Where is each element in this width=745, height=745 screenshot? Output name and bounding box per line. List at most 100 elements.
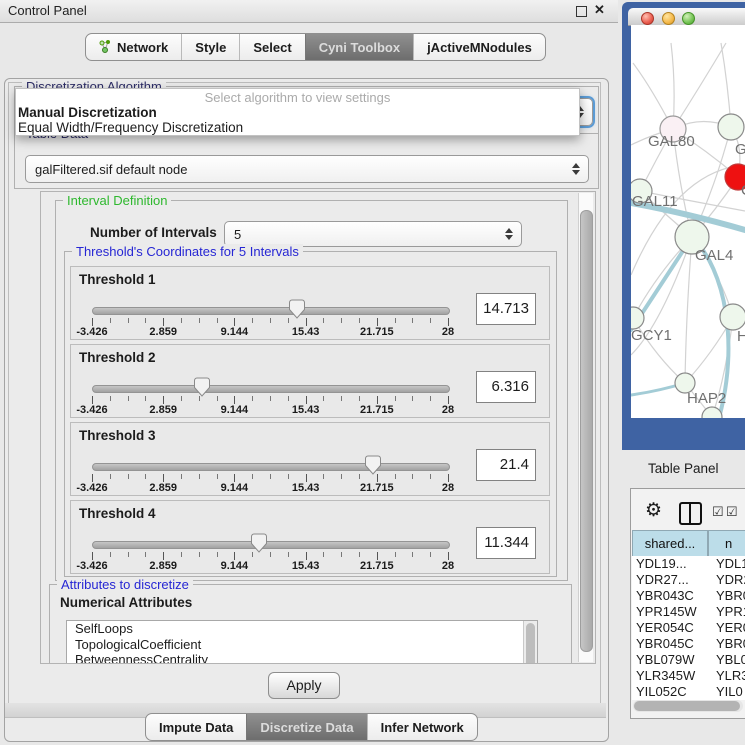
attribute-list-item[interactable]: SelfLoops: [67, 621, 537, 637]
attributes-scrollbar-thumb[interactable]: [526, 623, 535, 664]
number-of-intervals-value: 5: [225, 227, 521, 242]
app-root: Control Panel ✕ NetworkStyleSelect Cyni T…: [0, 0, 745, 745]
tick-label: 15.43: [292, 326, 320, 338]
slider-thumb[interactable]: [289, 299, 305, 319]
tab-style[interactable]: Style: [181, 34, 239, 60]
threshold-value-box[interactable]: 14.713: [476, 293, 536, 325]
table-row[interactable]: YDR27...YDR2: [632, 572, 745, 588]
table-row[interactable]: YPR145WYPR1: [632, 604, 745, 620]
tick-mark: [377, 474, 378, 482]
tick-label: 2.859: [149, 560, 177, 572]
tick-mark: [252, 396, 253, 401]
tab-label: Cyni Toolbox: [319, 40, 400, 55]
tick-mark: [252, 318, 253, 323]
table-row[interactable]: YIL052CYIL0: [632, 684, 745, 700]
attribute-list-item[interactable]: TopologicalCoefficient: [67, 637, 537, 653]
table-row[interactable]: YDL19...YDL1: [632, 556, 745, 572]
attributes-list-scrollbar[interactable]: [523, 621, 537, 664]
table-row[interactable]: YBL079WYBL0: [632, 652, 745, 668]
tab-cyni-toolbox[interactable]: Cyni Toolbox: [305, 34, 413, 60]
attribute-list-item[interactable]: BetweennessCentrality: [67, 652, 537, 664]
tick-mark: [92, 318, 93, 326]
tick-label: 21.715: [360, 482, 394, 494]
slider-thumb[interactable]: [251, 533, 267, 553]
tick-mark: [270, 396, 271, 401]
tab-discretize-data[interactable]: Discretize Data: [246, 714, 366, 740]
zoom-window-button[interactable]: [682, 12, 695, 25]
settings-scrollbar-thumb[interactable]: [580, 210, 593, 652]
tab-impute-data[interactable]: Impute Data: [146, 714, 246, 740]
tick-label: 9.144: [221, 326, 249, 338]
close-window-button[interactable]: [641, 12, 654, 25]
table-row[interactable]: YBR043CYBR0: [632, 588, 745, 604]
float-window-icon[interactable]: [576, 6, 587, 17]
table-row[interactable]: YER054CYER0: [632, 620, 745, 636]
cell-name: YDL1: [712, 556, 745, 572]
cell-shared-name: YBL079W: [632, 652, 712, 668]
algorithm-option-equal-width-frequency-discretization[interactable]: Equal Width/Frequency Discretization: [16, 120, 579, 135]
cell-shared-name: YBR045C: [632, 636, 712, 652]
slider-track[interactable]: [92, 385, 450, 393]
cell-name: YBR0: [712, 588, 745, 604]
slider-track[interactable]: [92, 463, 450, 471]
gear-icon[interactable]: ⚙: [645, 501, 662, 521]
tick-mark: [359, 474, 360, 479]
table-horizontal-scrollbar[interactable]: [633, 700, 743, 712]
minimize-window-button[interactable]: [662, 12, 675, 25]
settings-scrollbar[interactable]: [578, 193, 593, 662]
tick-mark: [359, 318, 360, 323]
slider-thumb[interactable]: [194, 377, 210, 397]
threshold-value-box[interactable]: 21.4: [476, 449, 536, 481]
tick-label: 21.715: [360, 404, 394, 416]
close-icon[interactable]: ✕: [594, 2, 605, 18]
slider-track[interactable]: [92, 307, 450, 315]
node-table-rows[interactable]: YDL19...YDL1YDR27...YDR2YBR043CYBR0YPR14…: [632, 556, 745, 700]
tick-mark: [323, 552, 324, 557]
tick-label: 28: [442, 326, 454, 338]
column-header-name[interactable]: n: [708, 530, 745, 557]
network-window-titlebar[interactable]: [628, 8, 745, 26]
threshold-value-box[interactable]: 6.316: [476, 371, 536, 403]
tick-mark: [395, 552, 396, 557]
attributes-list[interactable]: SelfLoopsTopologicalCoefficientBetweenne…: [66, 620, 538, 664]
table-scrollbar-thumb[interactable]: [634, 701, 740, 711]
tick-mark: [145, 552, 146, 557]
algorithm-option-manual-discretization[interactable]: Manual Discretization: [16, 105, 579, 120]
top-tab-bar: NetworkStyleSelect Cyni Toolbox jActiveMNo…: [85, 33, 546, 61]
tick-mark: [110, 474, 111, 479]
column-layout-icon[interactable]: [679, 502, 702, 525]
threshold-value-box[interactable]: 11.344: [476, 527, 536, 559]
table-row[interactable]: YBR045CYBR0: [632, 636, 745, 652]
numerical-attributes-label: Numerical Attributes: [60, 595, 192, 610]
slider-thumb[interactable]: [365, 455, 381, 475]
network-icon: [99, 40, 112, 54]
checkbox-icon[interactable]: ☑: [726, 504, 738, 520]
slider-track[interactable]: [92, 541, 450, 549]
network-canvas[interactable]: GAL80GACGAL11GAL4GCY1HHAP2: [631, 25, 745, 418]
network-node-top-right[interactable]: [718, 114, 744, 140]
network-node-label: GCY1: [631, 327, 672, 344]
threshold-panel-2: Threshold 2-3.4262.8599.14415.4321.71528…: [70, 344, 550, 418]
tick-label: -3.426: [76, 482, 107, 494]
tab-jactivemnodules[interactable]: jActiveMNodules: [413, 34, 545, 60]
apply-button[interactable]: Apply: [268, 672, 340, 699]
tick-mark: [217, 474, 218, 479]
table-row[interactable]: YLR345WYLR3: [632, 668, 745, 684]
network-node-h[interactable]: [720, 304, 745, 330]
tick-mark: [128, 396, 129, 401]
tick-mark: [430, 396, 431, 401]
tab-infer-network[interactable]: Infer Network: [367, 714, 477, 740]
checkbox-icon[interactable]: ☑: [712, 504, 724, 520]
tick-mark: [306, 396, 307, 404]
tick-mark: [128, 552, 129, 557]
column-header-shared-name[interactable]: shared...: [632, 530, 708, 557]
tab-network[interactable]: Network: [86, 34, 181, 60]
tick-mark: [92, 474, 93, 482]
tick-mark: [306, 318, 307, 326]
tab-select[interactable]: Select: [239, 34, 304, 60]
cell-name: YBL0: [712, 652, 745, 668]
tick-mark: [430, 552, 431, 557]
tick-mark: [359, 396, 360, 401]
control-panel-titlebar: Control Panel ✕: [0, 0, 618, 23]
table-data-combobox[interactable]: galFiltered.sif default node: [25, 155, 589, 183]
